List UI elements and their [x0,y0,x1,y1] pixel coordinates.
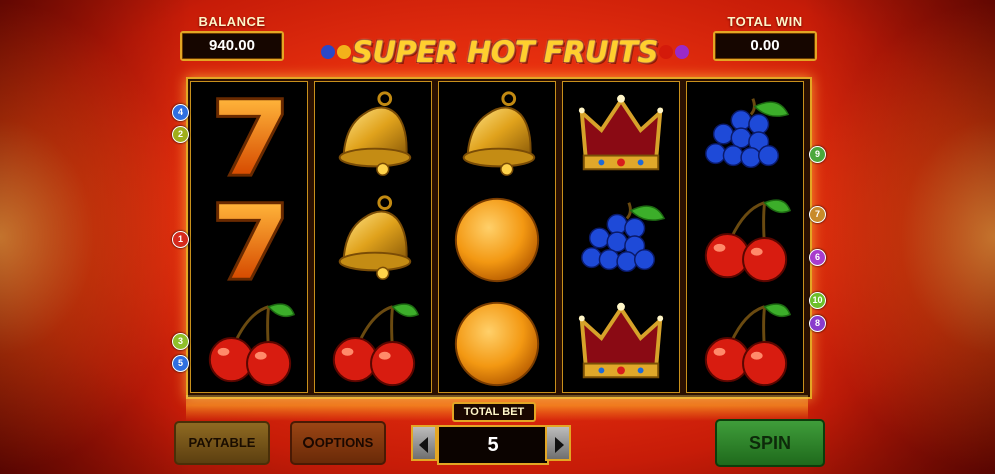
total-bet-value: 5 [437,425,549,465]
payline-marker-7[interactable]: 7 [809,206,826,223]
reel-2-symbol-1 [315,82,431,186]
reel-5-symbol-3 [687,290,803,394]
reel-5-symbol-2 [687,186,803,290]
gear-icon [302,437,314,448]
reel-3-symbol-2 [439,186,555,290]
reel-3-symbol-3 [439,290,555,394]
reel-2-symbol-2 [315,186,431,290]
orange-symbol-icon [454,197,540,283]
game-logo: SUPER HOT FRUITS [320,30,690,74]
total-bet-control: TOTAL BET 5 [409,400,573,466]
reel-1 [190,81,308,393]
cherry-symbol-icon [704,199,792,283]
crown-symbol-icon [578,302,664,379]
total-win-value: 0.00 [713,31,817,61]
grapes-icon [321,45,336,59]
cherry-symbol-icon [332,303,420,387]
grapes-symbol-icon [581,202,666,273]
balance-value: 940.00 [180,31,284,61]
reel-2-symbol-3 [315,290,431,394]
grapes-symbol-icon [705,98,790,169]
reel-3 [438,81,556,393]
reel-1-symbol-1 [191,82,307,186]
cherry-symbol-icon [704,303,792,387]
bell-symbol-icon [338,195,412,280]
balance-meter: BALANCE 940.00 [180,14,284,61]
reel-4 [562,81,680,393]
payline-marker-10[interactable]: 10 [809,292,826,309]
crown-symbol-icon [578,94,664,171]
orange-symbol-icon [454,301,540,387]
lemon-icon [337,45,352,59]
spin-button[interactable]: SPIN [715,419,825,467]
reel-1-symbol-3 [191,290,307,394]
payline-marker-3[interactable]: 3 [172,333,189,350]
bet-increase-button[interactable] [545,425,571,461]
reel-4-symbol-3 [563,290,679,394]
bell-symbol-icon [338,91,412,176]
paytable-button[interactable]: PAYTABLE [174,421,270,465]
payline-marker-9[interactable]: 9 [809,146,826,163]
options-label: OPTIONS [314,435,374,450]
cherry-icon [658,45,673,59]
balance-label: BALANCE [198,14,266,29]
options-button[interactable]: OPTIONS [290,421,386,465]
right-flame-decoration [805,0,995,474]
payline-marker-4[interactable]: 4 [172,104,189,121]
payline-marker-2[interactable]: 2 [172,126,189,143]
game-title: SUPER HOT FRUITS [352,35,658,69]
seven-symbol-icon [216,201,284,281]
payline-marker-5[interactable]: 5 [172,355,189,372]
reel-4-symbol-1 [563,82,679,186]
total-bet-label: TOTAL BET [452,402,536,422]
reel-2 [314,81,432,393]
payline-marker-1[interactable]: 1 [172,231,189,248]
plum-icon [674,45,689,59]
cherry-symbol-icon [208,303,296,387]
bet-decrease-button[interactable] [411,425,437,461]
reel-5 [686,81,804,393]
bell-symbol-icon [462,91,536,176]
total-win-meter: TOTAL WIN 0.00 [713,14,817,61]
payline-marker-6[interactable]: 6 [809,249,826,266]
seven-symbol-icon [216,97,284,177]
reels-area [186,77,812,399]
payline-marker-8[interactable]: 8 [809,315,826,332]
reel-5-symbol-1 [687,82,803,186]
reel-1-symbol-2 [191,186,307,290]
total-win-label: TOTAL WIN [727,14,803,29]
reel-4-symbol-2 [563,186,679,290]
reel-3-symbol-1 [439,82,555,186]
left-flame-decoration [0,0,190,474]
